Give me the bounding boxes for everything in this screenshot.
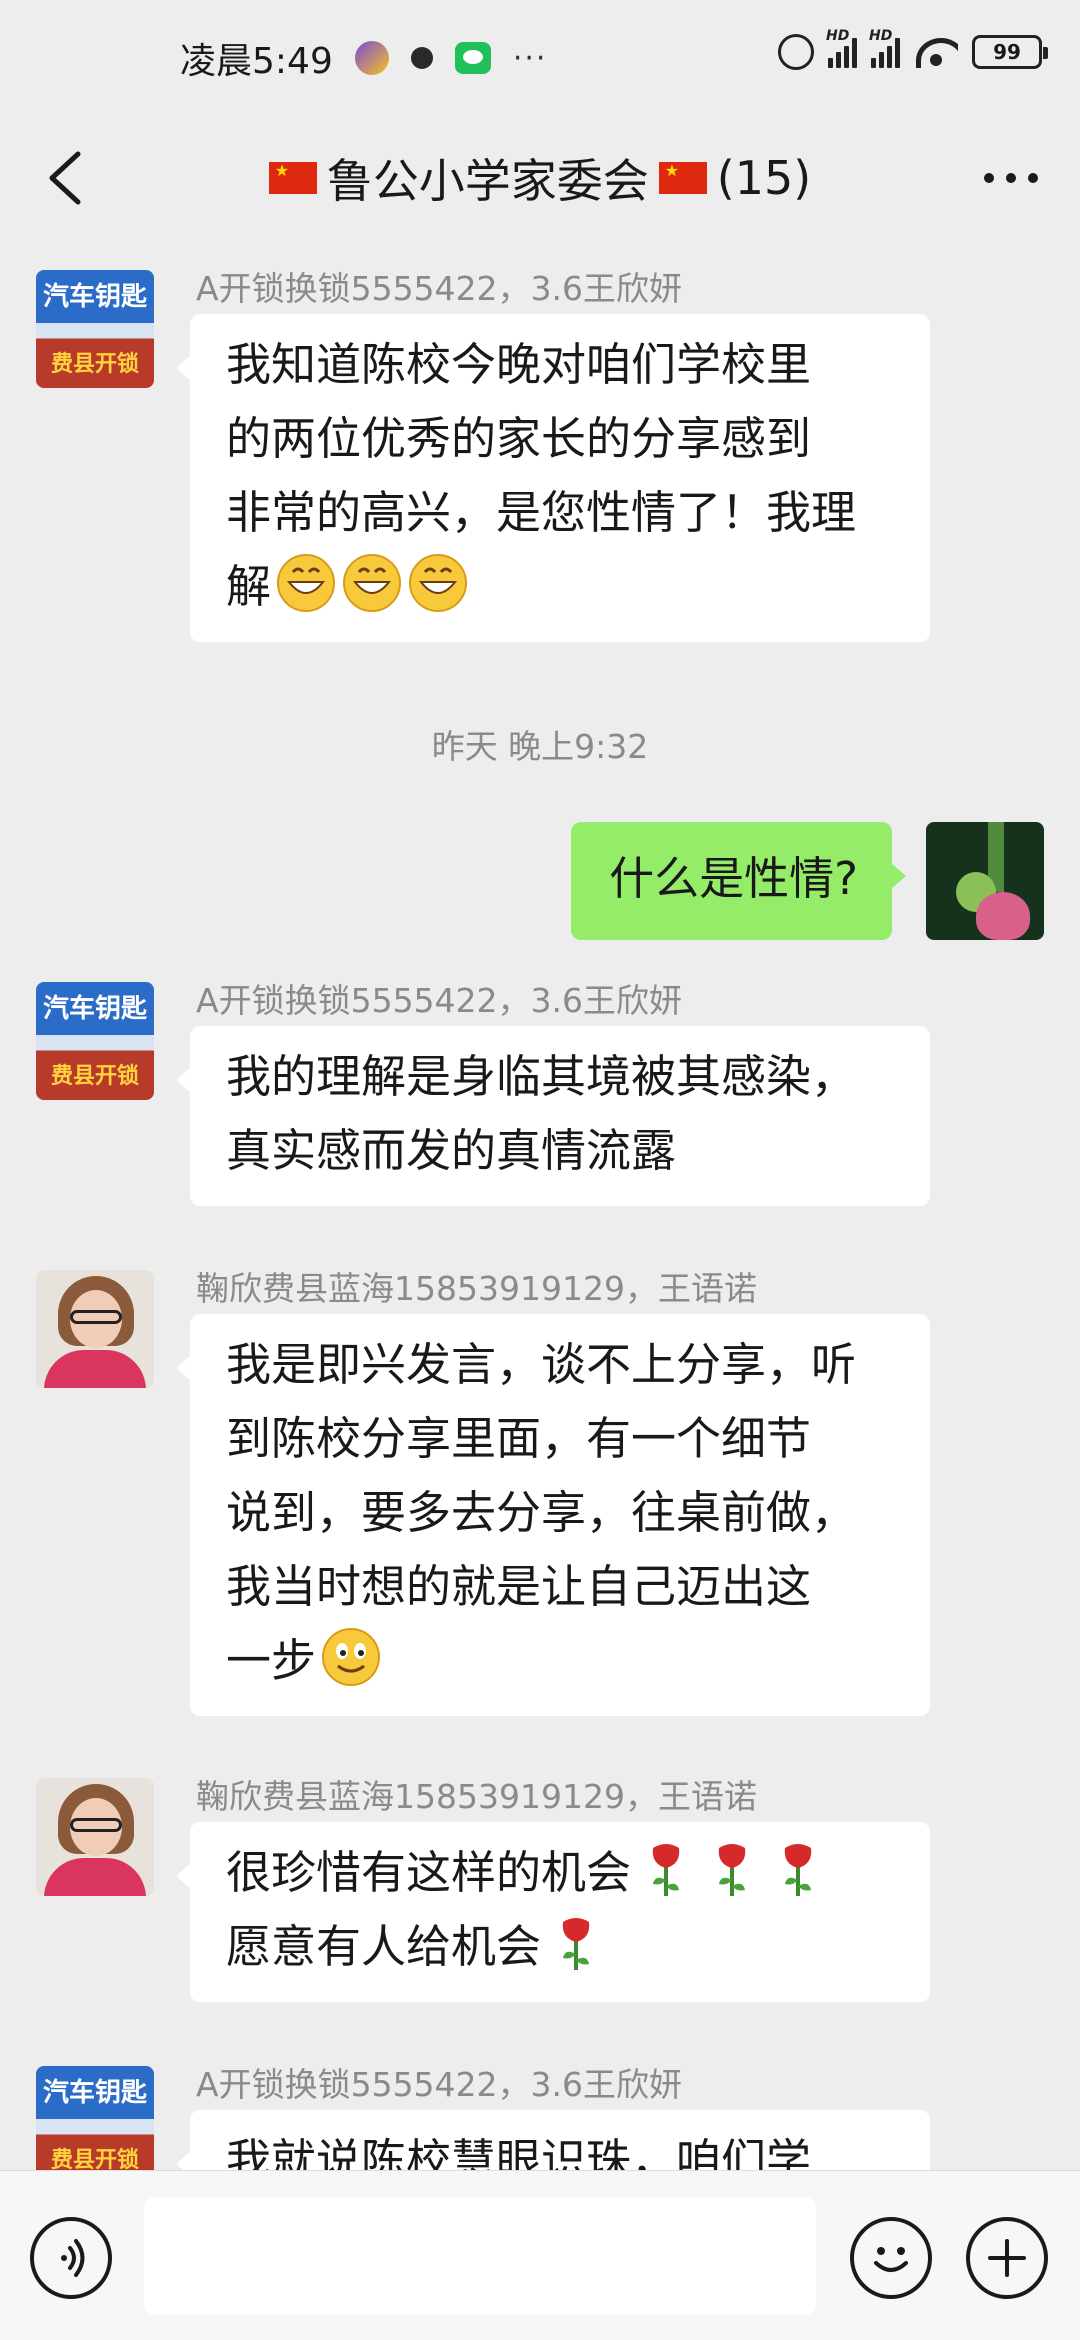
message-line: 真实感而发的真情流露 (226, 1124, 677, 1177)
message-line: 很珍惜有这样的机会 (226, 1836, 896, 1910)
app-notification-icon (354, 41, 389, 75)
chat-header: 鲁公小学家委会 (15) (0, 120, 1080, 236)
timestamp: 昨天 晚上9:32 (431, 727, 649, 766)
plus-icon (988, 2239, 1026, 2277)
avatar-text-top: 汽车钥匙 (42, 282, 147, 312)
input-bar (0, 2170, 1080, 2340)
member-count: (15) (716, 151, 812, 205)
avatar-text-top: 汽车钥匙 (42, 994, 147, 1024)
avatar-text-bottom: 费县开锁 (50, 1064, 139, 1089)
message-line: 解 (226, 550, 896, 624)
message-bubble[interactable]: 很珍惜有这样的机会 愿意有人给机会 (176, 1822, 930, 2002)
avatar[interactable]: 汽车钥匙 费县开锁 (36, 982, 154, 1100)
avatar-text-bottom: 费县开锁 (50, 352, 139, 377)
message-text: 解 (226, 560, 272, 613)
grin-emoji (409, 554, 468, 612)
avatar[interactable]: 汽车钥匙 费县开锁 (36, 2066, 154, 2170)
emoji-icon (874, 2247, 908, 2272)
message-line: 非常的高兴，是您性情了！我理 (226, 486, 857, 539)
message-bubble[interactable]: 我的理解是身临其境被其感染， 真实感而发的真情流露 (176, 1026, 930, 1206)
wechat-notification-icon (454, 42, 491, 74)
alarm-icon (778, 34, 814, 70)
chat-title: 鲁公小学家委会 (15) (0, 120, 1080, 236)
emoji-button[interactable] (850, 2217, 932, 2299)
hd-label-2: HD (869, 28, 893, 44)
rose-emoji (562, 1918, 590, 1970)
grin-emoji (343, 554, 402, 612)
signal-icon: HD (826, 28, 857, 68)
smile-emoji (322, 1628, 381, 1686)
message-text: 一步 (226, 1634, 317, 1687)
message-text: 愿意有人给机会 (226, 1920, 542, 1973)
message-line: 我就说陈校慧眼识珠，咱们学 (226, 2134, 812, 2170)
sender-name: A开锁换锁5555422，3.6王欣妍 (196, 269, 683, 308)
sender-name: 鞠欣费县蓝海15853919129，王语诺 (196, 1269, 757, 1308)
grin-emoji (277, 554, 336, 612)
status-time: 凌晨5:49 (180, 41, 333, 82)
sender-name: A开锁换锁5555422，3.6王欣妍 (196, 981, 683, 1020)
message-bubble[interactable]: 我知道陈校今晚对咱们学校里 的两位优秀的家长的分享感到 非常的高兴，是您性情了！… (176, 314, 930, 642)
sender-name: 鞠欣费县蓝海15853919129，王语诺 (196, 1777, 757, 1816)
message-line: 说到，要多去分享，往桌前做， (226, 1486, 857, 1539)
avatar[interactable]: 汽车钥匙 费县开锁 (36, 270, 154, 388)
more-notifications-icon: ··· (512, 40, 548, 76)
voice-button[interactable] (30, 2217, 112, 2299)
china-flag-icon (268, 161, 317, 194)
avatar-text-top: 汽车钥匙 (42, 2078, 147, 2108)
message-line: 愿意有人给机会 (226, 1910, 896, 1984)
plus-button[interactable] (966, 2217, 1048, 2299)
message-text: 很珍惜有这样的机会 (226, 1846, 632, 1899)
message-line: 到陈校分享里面，有一个细节 (226, 1412, 812, 1465)
back-arrow-icon[interactable] (38, 140, 98, 216)
rose-emoji (784, 1844, 812, 1896)
wifi-icon (914, 36, 958, 68)
message-line: 的两位优秀的家长的分享感到 (226, 412, 812, 465)
message-line: 我知道陈校今晚对咱们学校里 (226, 338, 812, 391)
message-bubble[interactable]: 我就说陈校慧眼识珠，咱们学 (176, 2110, 930, 2170)
status-right: HD HD 99 (778, 28, 1048, 70)
hd-label: HD (826, 28, 850, 44)
avatar[interactable] (36, 1778, 154, 1896)
message-line: 一步 (226, 1624, 896, 1698)
group-name: 鲁公小学家委会 (326, 154, 649, 208)
voice-icon (61, 2239, 85, 2277)
app-notification-dot-icon (410, 47, 433, 69)
message-bubble[interactable]: 我是即兴发言，谈不上分享，听 到陈校分享里面，有一个细节 说到，要多去分享，往桌… (176, 1314, 930, 1716)
avatar-self[interactable] (926, 822, 1044, 940)
rose-emoji (652, 1844, 680, 1896)
message-line: 我当时想的就是让自己迈出这 (226, 1560, 812, 1613)
status-bar: 凌晨5:49 ··· HD HD 99 (0, 0, 1080, 120)
message-list[interactable]: 汽车钥匙 费县开锁 A开锁换锁5555422，3.6王欣妍 我知道陈校今晚对咱们… (0, 236, 1080, 2170)
avatar[interactable] (36, 1270, 154, 1388)
battery-icon: 99 (972, 35, 1048, 69)
more-icon[interactable] (976, 158, 1046, 198)
message-line: 我的理解是身临其境被其感染， (226, 1050, 857, 1103)
sender-name: A开锁换锁5555422，3.6王欣妍 (196, 2065, 683, 2104)
message-line: 我是即兴发言，谈不上分享，听 (226, 1338, 857, 1391)
avatar-text-bottom: 费县开锁 (50, 2148, 139, 2170)
message-input[interactable] (144, 2197, 816, 2315)
message-bubble-self[interactable]: 什么是性情? (571, 822, 906, 940)
china-flag-icon (658, 161, 707, 194)
rose-emoji (718, 1844, 746, 1896)
status-left: 凌晨5:49 ··· (180, 32, 547, 84)
signal-icon-2: HD (869, 28, 900, 68)
